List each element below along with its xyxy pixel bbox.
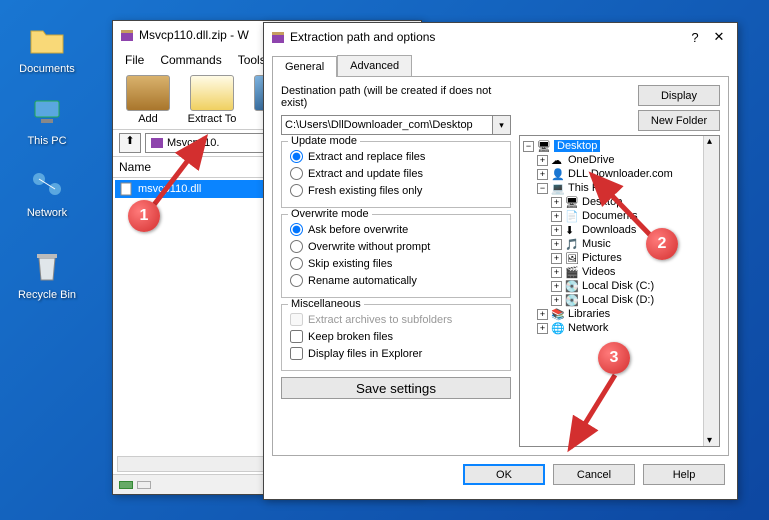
update-mode-group: Update mode Extract and replace files Ex…: [281, 141, 511, 208]
tree-node-t-localc: +💽Local Disk (C:): [523, 279, 716, 293]
radio-extract-update[interactable]: Extract and update files: [290, 165, 502, 182]
radio-rename-auto[interactable]: Rename automatically: [290, 272, 502, 289]
add-icon: [126, 75, 170, 111]
up-button[interactable]: ⬆: [119, 133, 141, 153]
destination-label: Destination path (will be created if doe…: [281, 85, 511, 109]
check-subfolders[interactable]: Extract archives to subfolders: [290, 311, 502, 328]
radio-fresh-only[interactable]: Fresh existing files only: [290, 182, 502, 199]
display-button[interactable]: Display: [638, 85, 720, 106]
tabstrip: General Advanced: [264, 51, 737, 76]
new-folder-button[interactable]: New Folder: [638, 110, 720, 131]
pictures-icon: 🖼: [565, 252, 579, 264]
network-icon: [27, 164, 67, 204]
folder-icon: [27, 20, 67, 60]
cancel-button[interactable]: Cancel: [553, 464, 635, 485]
menu-file[interactable]: File: [119, 51, 150, 69]
tree-node-desktop: −🖥Desktop: [523, 139, 716, 153]
desktop-icon: 🖥: [537, 140, 551, 152]
radio-ask-overwrite[interactable]: Ask before overwrite: [290, 221, 502, 238]
radio-overwrite-noprompt[interactable]: Overwrite without prompt: [290, 238, 502, 255]
desktop-icon-documents[interactable]: Documents: [12, 20, 82, 75]
tree-node-libraries: +📚Libraries: [523, 307, 716, 321]
destination-input[interactable]: [281, 115, 493, 135]
music-icon: 🎵: [565, 238, 579, 250]
help-button[interactable]: ?: [683, 30, 707, 45]
tree-node-t-locald: +💽Local Disk (D:): [523, 293, 716, 307]
chevron-down-icon[interactable]: ▾: [493, 115, 511, 135]
computer-icon: [27, 92, 67, 132]
radio-skip-existing[interactable]: Skip existing files: [290, 255, 502, 272]
winrar-icon: [119, 27, 135, 43]
tab-body: Destination path (will be created if doe…: [272, 76, 729, 456]
misc-group: Miscellaneous Extract archives to subfol…: [281, 304, 511, 371]
annotation-badge-3: 3: [598, 342, 630, 374]
help-button[interactable]: Help: [643, 464, 725, 485]
cloud-icon: ☁: [551, 154, 565, 166]
network-icon: 🌐: [551, 322, 565, 334]
radio-extract-replace[interactable]: Extract and replace files: [290, 148, 502, 165]
ok-button[interactable]: OK: [463, 464, 545, 485]
close-button[interactable]: ✕: [707, 29, 731, 45]
recyclebin-icon: [27, 246, 67, 286]
desktop-icon-recyclebin[interactable]: Recycle Bin: [12, 246, 82, 301]
tree-node-network: +🌐Network: [523, 321, 716, 335]
vertical-scrollbar[interactable]: [703, 136, 719, 446]
annotation-arrow-3: [560, 370, 630, 460]
downloads-icon: ⬇: [565, 224, 579, 236]
libraries-icon: 📚: [551, 308, 565, 320]
extract-icon: [190, 75, 234, 111]
menu-commands[interactable]: Commands: [154, 51, 227, 69]
file-icon: [119, 182, 133, 196]
check-display-explorer[interactable]: Display files in Explorer: [290, 345, 502, 362]
status-icon: [137, 481, 151, 489]
extraction-dialog: Extraction path and options ? ✕ General …: [263, 22, 738, 500]
annotation-badge-2: 2: [646, 228, 678, 260]
check-keep-broken[interactable]: Keep broken files: [290, 328, 502, 345]
desktop-icon: 🖥: [565, 196, 579, 208]
annotation-badge-1: 1: [128, 200, 160, 232]
documents-icon: 📄: [565, 210, 579, 222]
tree-node-t-videos: +🎬Videos: [523, 265, 716, 279]
winrar-icon: [270, 29, 286, 45]
status-icon: [119, 481, 133, 489]
toolbar-extract-to[interactable]: Extract To: [183, 75, 241, 125]
overwrite-mode-group: Overwrite mode Ask before overwrite Over…: [281, 214, 511, 298]
tab-general[interactable]: General: [272, 56, 337, 77]
dialog-titlebar[interactable]: Extraction path and options ? ✕: [264, 23, 737, 51]
desktop-icon-thispc[interactable]: This PC: [12, 92, 82, 147]
computer-icon: 💻: [551, 182, 565, 194]
save-settings-button[interactable]: Save settings: [281, 377, 511, 399]
toolbar-add[interactable]: Add: [119, 75, 177, 125]
drive-icon: 💽: [565, 280, 579, 292]
tab-advanced[interactable]: Advanced: [337, 55, 412, 76]
desktop-icon-network[interactable]: Network: [12, 164, 82, 219]
user-icon: 👤: [551, 168, 565, 180]
dialog-buttons: OK Cancel Help: [264, 456, 737, 493]
videos-icon: 🎬: [565, 266, 579, 278]
drive-icon: 💽: [565, 294, 579, 306]
